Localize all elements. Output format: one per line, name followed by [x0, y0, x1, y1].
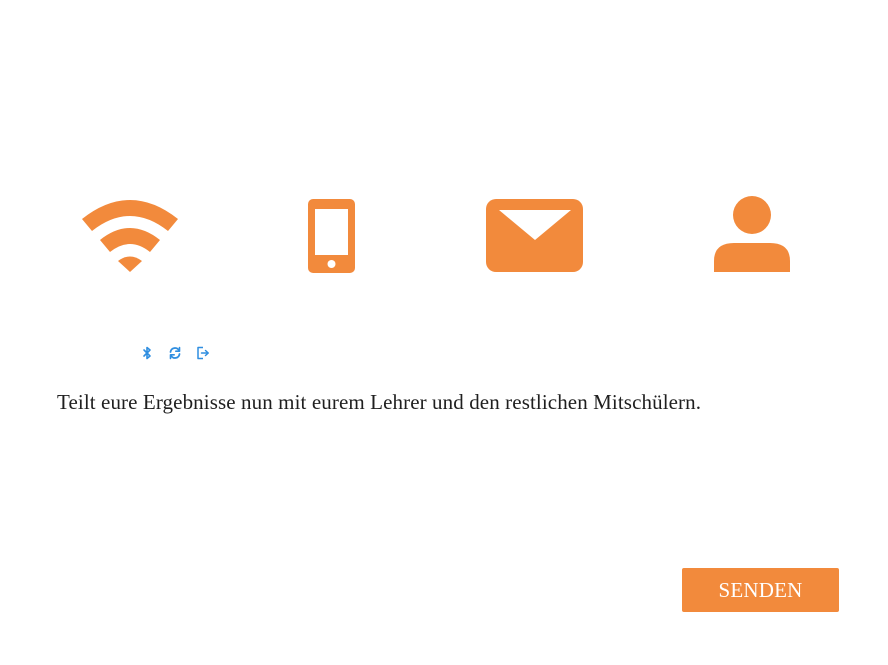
sync-icon[interactable] [168, 346, 182, 360]
bluetooth-icon[interactable] [140, 346, 154, 360]
send-button-label: SENDEN [718, 577, 803, 602]
send-button[interactable]: SENDEN [682, 568, 839, 612]
sign-out-icon[interactable] [196, 346, 210, 360]
share-options-row [0, 185, 888, 285]
smartphone-icon[interactable] [307, 198, 357, 274]
share-instruction-text: Teilt eure Ergebnisse nun mit eurem Lehr… [57, 390, 702, 414]
envelope-icon[interactable] [485, 198, 585, 274]
wifi-icon[interactable] [80, 185, 180, 275]
user-icon[interactable] [712, 195, 792, 275]
small-icons-row [140, 344, 210, 362]
